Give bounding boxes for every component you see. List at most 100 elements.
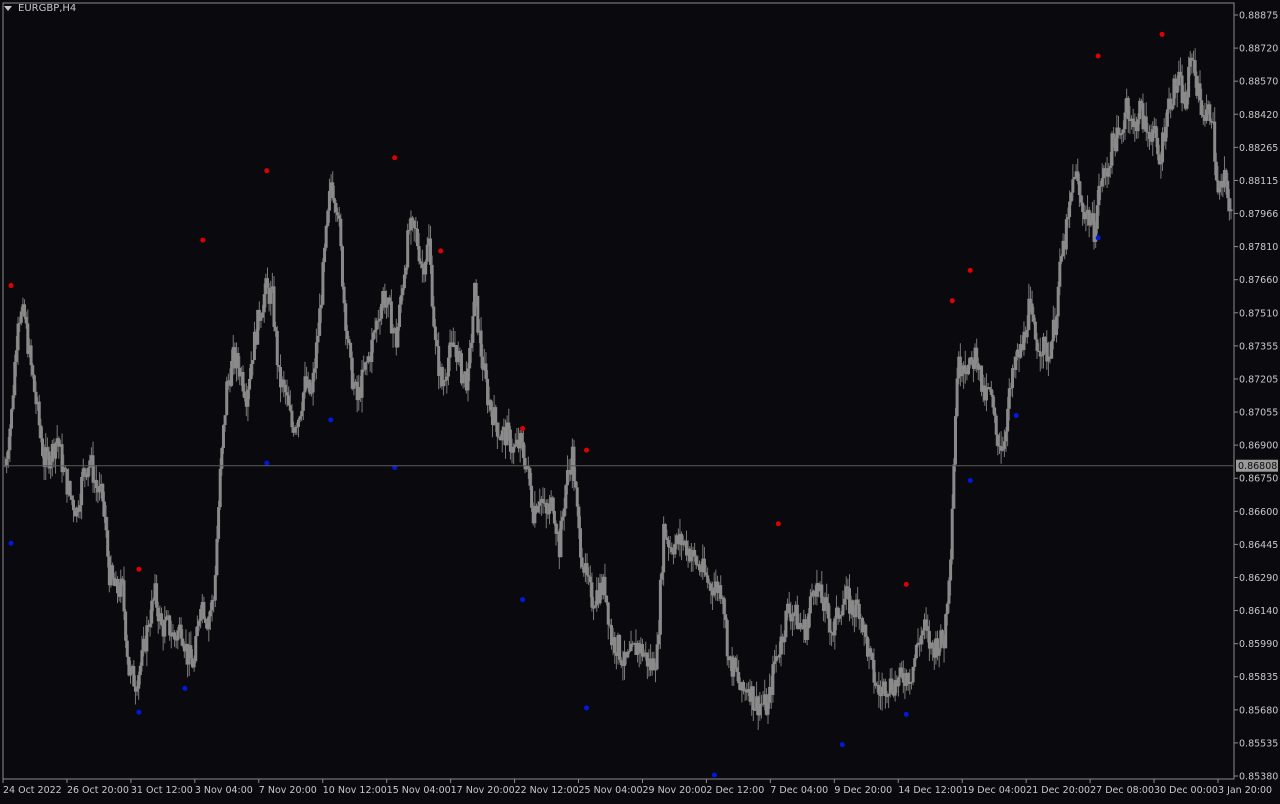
candle-body	[415, 228, 419, 247]
candle-body	[327, 191, 331, 211]
candle-body	[950, 508, 954, 560]
candle-body	[960, 373, 964, 377]
candle-body	[349, 342, 353, 358]
candle-body	[507, 422, 511, 430]
x-tick-label: 3 Nov 04:00	[195, 785, 253, 796]
candle-body	[401, 288, 405, 296]
candle-body	[204, 618, 208, 623]
candle-body	[618, 635, 622, 660]
candle-body	[18, 322, 22, 324]
candle-body	[45, 447, 49, 452]
candle-body	[707, 582, 711, 584]
candle-body	[404, 267, 408, 275]
y-tick-label: 0.87055	[1239, 408, 1278, 419]
candle-body	[384, 304, 388, 308]
candle-body	[430, 264, 434, 307]
candle-body	[479, 330, 483, 357]
candle-body	[1084, 213, 1088, 220]
candle-body	[538, 501, 542, 506]
candle-body	[419, 261, 423, 264]
candle-body	[277, 365, 281, 367]
candle-body	[825, 597, 829, 603]
candle-body	[722, 597, 726, 615]
candle-body	[626, 651, 630, 658]
candle-body	[1058, 261, 1062, 287]
chart-window[interactable]: 0.86808 0.88875 0.88720 0.88570 0.88420 0.88…	[0, 0, 1280, 800]
candle-body	[301, 392, 305, 411]
candle-body	[790, 616, 794, 622]
candle-body	[236, 352, 240, 368]
candle-body	[425, 244, 429, 262]
candle-body	[869, 648, 873, 653]
candle-body	[334, 203, 338, 213]
x-tick-label: 7 Nov 20:00	[259, 785, 317, 796]
candle-body	[68, 481, 72, 496]
candle-body	[673, 543, 677, 555]
candle-body	[181, 638, 185, 647]
candle-body	[1043, 336, 1047, 343]
candle-body	[1033, 321, 1037, 340]
dropdown-triangle-icon[interactable]	[4, 6, 12, 11]
candle-body	[164, 616, 168, 621]
candle-body	[448, 342, 452, 358]
candle-body	[913, 658, 917, 667]
candle-body	[665, 537, 669, 541]
fractal-down-marker	[264, 460, 270, 466]
candle-body	[1056, 286, 1060, 317]
candle-body	[160, 613, 164, 625]
candle-body	[1004, 431, 1008, 442]
candle-body	[970, 357, 974, 360]
candle-body	[1095, 205, 1099, 229]
candle-body	[655, 644, 659, 670]
symbol-dropdown[interactable]: EURGBP,H4	[4, 3, 76, 14]
candle-body	[952, 464, 956, 509]
candle-body	[663, 524, 667, 538]
candle-body	[1055, 316, 1059, 336]
candle-body	[1009, 387, 1013, 389]
candle-body	[826, 602, 830, 619]
candle-body	[810, 592, 814, 597]
candle-body	[579, 528, 583, 558]
candle-body	[670, 547, 674, 553]
candle-body	[362, 369, 366, 371]
candle-body	[500, 430, 504, 441]
candle-body	[1175, 85, 1179, 93]
candle-body	[1138, 100, 1142, 120]
candle-body	[541, 499, 545, 504]
candle-body	[737, 672, 741, 684]
candle-body	[828, 618, 832, 633]
candle-body	[150, 600, 154, 624]
candle-body	[202, 601, 206, 619]
candle-body	[580, 557, 584, 568]
y-tick-label: 0.86290	[1239, 573, 1278, 584]
fractal-down-marker	[584, 705, 590, 711]
candle-body	[189, 645, 193, 659]
candle-body	[844, 586, 848, 599]
candle-body	[489, 400, 493, 411]
candle-body	[725, 620, 729, 657]
candle-body	[295, 426, 299, 428]
candle-body	[54, 443, 58, 459]
candle-body	[94, 479, 98, 489]
price-chart[interactable]: 0.86808 0.88875 0.88720 0.88570 0.88420 0.88…	[0, 0, 1280, 800]
candle-body	[575, 487, 579, 507]
candle-body	[10, 409, 14, 429]
candle-body	[265, 278, 269, 288]
candle-body	[86, 467, 90, 478]
fractal-up-marker	[136, 566, 142, 572]
candle-body	[777, 654, 781, 658]
candle-body	[704, 572, 708, 576]
candle-body	[872, 659, 876, 683]
x-tick-label: 29 Nov 20:00	[642, 785, 706, 796]
candle-body	[693, 549, 697, 557]
y-tick-label: 0.88265	[1239, 143, 1278, 154]
candle-body	[1027, 298, 1031, 330]
candle-body	[8, 428, 12, 451]
candle-body	[1110, 133, 1114, 166]
fractal-down-marker	[1013, 412, 1019, 418]
candle-body	[782, 637, 786, 643]
candle-body	[963, 365, 967, 371]
candle-body	[495, 422, 499, 437]
candle-body	[145, 625, 149, 652]
candle-body	[179, 624, 183, 639]
